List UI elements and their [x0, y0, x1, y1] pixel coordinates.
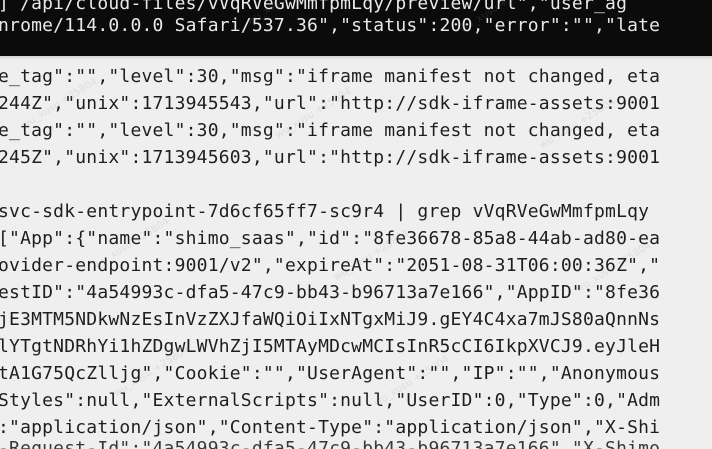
terminal-line-4: 245Z","unix":1713945603,"url":"http://sd… [0, 147, 661, 168]
terminal-line-12: tA1G75QcZlljg","Cookie":"","UserAgent":"… [0, 363, 661, 384]
terminal-line-10: jE3MTM5NDkwNzEsInVzZXJfaWQiOiIxNTgxMiJ9.… [0, 309, 661, 330]
terminal-line-top-2: nrome/114.0.0.0 Safari/537.36","status":… [0, 15, 661, 36]
terminal-line-1: e_tag":"","level":30,"msg":"iframe manif… [0, 66, 661, 87]
terminal-line-13: Styles":null,"ExternalScripts":null,"Use… [0, 390, 661, 411]
terminal-line-11: lYTgtNDRhYi1hZDgwLWVhZjI5MTAyMDcwMCIsInR… [0, 336, 661, 357]
terminal-line-14: :"application/json","Content-Type":"appl… [0, 417, 661, 438]
terminal-line-3: e_tag":"","level":30,"msg":"iframe manif… [0, 120, 661, 141]
terminal-screenshot: ] /api/cloud-files/vVqRVeGwMmfpmLqy/prev… [0, 0, 712, 449]
scroll-shadow [0, 56, 712, 60]
terminal-line-6: svc-sdk-entrypoint-7d6cf65ff7-sc9r4 | gr… [0, 201, 650, 222]
terminal-line-8: ovider-endpoint:9001/v2","expireAt":"205… [0, 255, 661, 276]
terminal-line-7: ["App":{"name":"shimo_saas","id":"8fe366… [0, 228, 661, 249]
terminal-line-15: -Request-Id":"4a54993c-dfa5-47c9-bb43-b9… [0, 438, 661, 449]
terminal-line-2: 244Z","unix":1713945543,"url":"http://sd… [0, 93, 661, 114]
terminal-line-9: estID":"4a54993c-dfa5-47c9-bb43-b96713a7… [0, 282, 661, 303]
